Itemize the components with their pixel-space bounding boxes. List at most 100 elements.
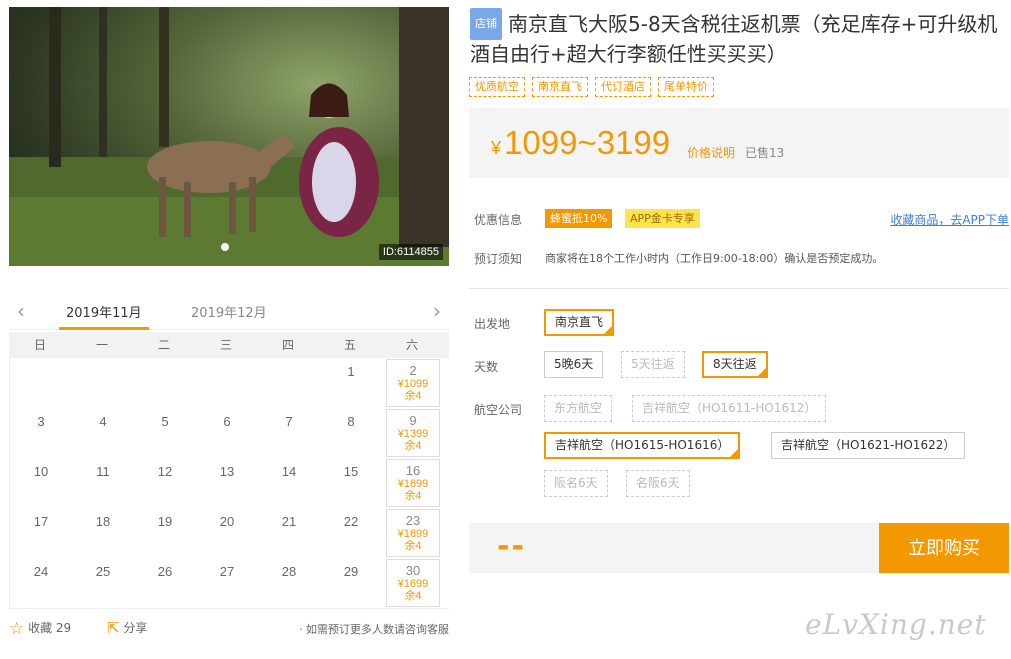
price-note-link[interactable]: 价格说明 bbox=[687, 144, 735, 161]
calendar-day: 8 bbox=[320, 408, 382, 458]
calendar-day-available[interactable]: 9 ¥1399 余4 bbox=[386, 409, 440, 457]
airline-option-ho1621[interactable]: 吉祥航空（HO1621-HO1622） bbox=[771, 432, 966, 459]
day-price: ¥1399 bbox=[397, 428, 429, 440]
day-price: ¥1099 bbox=[397, 378, 429, 390]
day-number: 30 bbox=[405, 563, 421, 578]
calendar-next-arrow-icon[interactable]: › bbox=[433, 299, 441, 323]
calendar-month-tab[interactable]: 2019年12月 bbox=[191, 302, 267, 321]
calendar-day: 5 bbox=[134, 408, 196, 458]
day-number: 14 bbox=[281, 464, 297, 479]
favorite-count: 收藏 29 bbox=[28, 621, 72, 635]
weekday-label: 四 bbox=[281, 338, 294, 352]
calendar-day: 22 bbox=[320, 508, 382, 558]
weekday-label: 一 bbox=[95, 338, 108, 352]
airline-option-eastern[interactable]: 东方航空 bbox=[544, 395, 613, 422]
buy-bar: -- 立即购买 bbox=[469, 523, 1009, 573]
day-number: 18 bbox=[95, 514, 111, 529]
calendar-nav: ‹ 2019年11月 2019年12月 › bbox=[9, 290, 449, 330]
selected-price: -- bbox=[497, 529, 526, 564]
carousel-dot[interactable] bbox=[221, 243, 229, 251]
product-tags: 优质航空 南京直飞 代订酒店 尾单特价 bbox=[469, 77, 714, 97]
store-tag[interactable]: 店铺 bbox=[470, 8, 502, 40]
currency-symbol: ¥ bbox=[491, 138, 502, 158]
favorite-app-link[interactable]: 收藏商品，去APP下单 bbox=[890, 211, 1009, 228]
buy-now-button[interactable]: 立即购买 bbox=[879, 523, 1009, 573]
tag-item: 南京直飞 bbox=[532, 77, 588, 97]
product-title: 店铺 南京直飞大阪5-8天含税往返机票（充足库存+可升级机酒自由行+超大行李额任性… bbox=[470, 8, 1005, 68]
tag-item: 尾单特价 bbox=[658, 77, 714, 97]
photo-id-label: ID:6114855 bbox=[378, 244, 443, 260]
calendar-day-available[interactable]: 2 ¥1099 余4 bbox=[386, 359, 440, 407]
calendar-day: 17 bbox=[10, 508, 72, 558]
price-box: ¥1099~3199 价格说明 已售13 bbox=[469, 108, 1009, 178]
calendar-day-available[interactable]: 16 ¥1699 余4 bbox=[386, 459, 440, 507]
airline-option-minghan[interactable]: 名阪6天 bbox=[626, 470, 690, 497]
days-option-5d[interactable]: 5天往返 bbox=[621, 351, 685, 378]
day-number: 22 bbox=[343, 514, 359, 529]
calendar-grid: 1 2 ¥1099 余4 3 4 5 6 7 8 9 ¥1399 余4 10 11 12 13 14 15 16 ¥16… bbox=[9, 358, 449, 609]
calendar-day-available[interactable]: 23 ¥1699 余4 bbox=[386, 509, 440, 557]
calendar-day-available[interactable]: 30 ¥1699 余4 bbox=[386, 559, 440, 607]
day-number: 7 bbox=[285, 414, 293, 429]
day-number: 29 bbox=[343, 564, 359, 579]
calendar-day: 24 bbox=[10, 558, 72, 608]
day-number: 13 bbox=[219, 464, 235, 479]
calendar-day: 28 bbox=[258, 558, 320, 608]
day-remaining: 余4 bbox=[404, 540, 422, 552]
calendar-day: 26 bbox=[134, 558, 196, 608]
calendar-day: 21 bbox=[258, 508, 320, 558]
day-number: 8 bbox=[347, 414, 355, 429]
day-number: 2 bbox=[409, 363, 417, 378]
departure-label: 出发地 bbox=[474, 317, 511, 331]
airline-option-hanming[interactable]: 阪名6天 bbox=[544, 470, 608, 497]
calendar-day: 11 bbox=[72, 458, 134, 508]
day-number: 16 bbox=[405, 463, 421, 478]
day-number: 26 bbox=[157, 564, 173, 579]
weekday-header: 日一二三四五六 bbox=[9, 332, 449, 358]
price-range: 1099~3199 bbox=[504, 124, 671, 161]
airline-option-ho1611[interactable]: 吉祥航空（HO1611-HO1612） bbox=[632, 395, 827, 422]
calendar-day: 4 bbox=[72, 408, 134, 458]
day-number: 17 bbox=[33, 514, 49, 529]
day-remaining: 余4 bbox=[404, 390, 422, 402]
weekday-label: 二 bbox=[157, 338, 170, 352]
day-number: 1 bbox=[347, 364, 355, 379]
booking-label: 预订须知 bbox=[474, 252, 523, 266]
product-photo[interactable]: ID:6114855 bbox=[9, 7, 449, 266]
day-number: 21 bbox=[281, 514, 297, 529]
day-number: 24 bbox=[33, 564, 49, 579]
calendar-day bbox=[258, 358, 320, 408]
calendar-day: 1 bbox=[320, 358, 382, 408]
app-gold-card-badge: APP金卡专享 bbox=[625, 209, 700, 228]
days-option-8d[interactable]: 8天往返 bbox=[702, 351, 768, 378]
bee-discount-badge: 蜂蜜抵10% bbox=[545, 209, 613, 228]
departure-option[interactable]: 南京直飞 bbox=[544, 309, 615, 336]
day-remaining: 余4 bbox=[404, 490, 422, 502]
calendar-day: 19 bbox=[134, 508, 196, 558]
favorite-button[interactable]: ☆ 收藏 29 bbox=[9, 619, 71, 639]
day-number: 5 bbox=[161, 414, 169, 429]
calendar-day: 13 bbox=[196, 458, 258, 508]
active-month-underline bbox=[59, 327, 149, 330]
day-number: 11 bbox=[96, 464, 110, 479]
star-icon: ☆ bbox=[9, 619, 25, 639]
days-option-5n6d[interactable]: 5晚6天 bbox=[544, 351, 604, 378]
calendar-day bbox=[72, 358, 134, 408]
calendar-day: 18 bbox=[72, 508, 134, 558]
airline-label: 航空公司 bbox=[474, 403, 523, 417]
day-number: 28 bbox=[281, 564, 297, 579]
day-number: 9 bbox=[409, 413, 417, 428]
tag-item: 代订酒店 bbox=[595, 77, 651, 97]
calendar-day: 27 bbox=[196, 558, 258, 608]
product-title-block: 店铺 南京直飞大阪5-8天含税往返机票（充足库存+可升级机酒自由行+超大行李额任性… bbox=[470, 8, 1005, 68]
calendar-prev-arrow-icon[interactable]: ‹ bbox=[17, 299, 25, 323]
day-price: ¥1699 bbox=[397, 478, 429, 490]
day-number: 15 bbox=[343, 464, 359, 479]
share-button[interactable]: ⇱ 分享 bbox=[107, 619, 147, 637]
calendar-month-tab[interactable]: 2019年11月 bbox=[66, 302, 142, 321]
airline-option-ho1615[interactable]: 吉祥航空（HO1615-HO1616） bbox=[544, 432, 741, 459]
day-number: 10 bbox=[33, 464, 49, 479]
weekday-label: 日 bbox=[33, 338, 46, 352]
calendar-day: 15 bbox=[320, 458, 382, 508]
day-price: ¥1699 bbox=[397, 578, 429, 590]
